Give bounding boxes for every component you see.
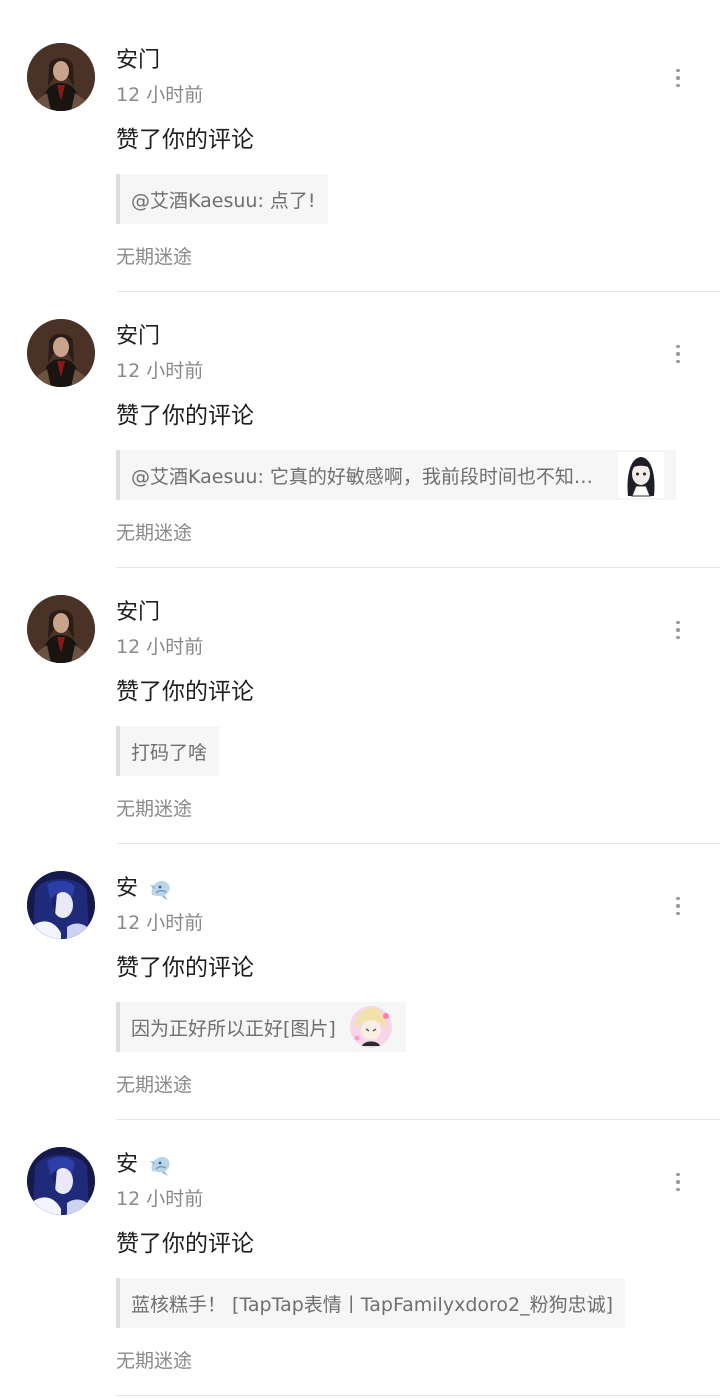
quoted-comment-text: @艾酒Kaesuu: 点了!	[131, 189, 316, 212]
notification-item[interactable]: 安门 12 小时前 赞了你的评论 @艾酒Kaesuu: 它真的好敏感啊，我前段时…	[0, 276, 720, 568]
dark-hair-character-avatar-icon	[27, 595, 95, 663]
quoted-comment-text: 因为正好所以正好[图片]	[131, 1017, 336, 1040]
source-game-link[interactable]: 无期迷途	[116, 1347, 192, 1375]
quoted-comment-text: @艾酒Kaesuu: 它真的好敏感啊，我前段时间也不知道...	[131, 465, 606, 488]
quoted-comment-text: 蓝核糕手！ [TapTap表情丨TapFamilyxdoro2_粉狗忠诚]	[131, 1293, 614, 1316]
creature-badge-icon	[150, 881, 170, 900]
dark-hair-character-avatar-icon	[27, 319, 95, 387]
blonde-chibi-sticker-icon	[347, 1004, 394, 1050]
quoted-comment-text: 打码了啥	[131, 741, 208, 764]
username-row: 安门	[116, 320, 160, 354]
timestamp: 12 小时前	[116, 636, 204, 658]
action-text: 赞了你的评论	[116, 679, 254, 705]
action-text: 赞了你的评论	[116, 127, 254, 153]
timestamp: 12 小时前	[116, 360, 204, 382]
sketch-girl-sticker-icon	[618, 452, 664, 498]
notification-item[interactable]: 安门 12 小时前 赞了你的评论 打码了啥 无期迷途	[0, 552, 720, 844]
avatar[interactable]	[27, 319, 95, 387]
avatar[interactable]	[27, 1147, 95, 1215]
source-game-link[interactable]: 无期迷途	[116, 519, 192, 547]
username[interactable]: 安	[116, 1149, 138, 1181]
username-row: 安门	[116, 596, 160, 630]
notification-item[interactable]: 安 12 小时前 赞了你的评论 因为正好所以正好[图片] 无期迷途	[0, 828, 720, 1120]
more-options-icon[interactable]	[664, 64, 692, 92]
username-row: 安	[116, 1148, 174, 1182]
creature-badge-icon	[150, 1157, 170, 1176]
username-row: 安门	[116, 44, 160, 78]
source-game-link[interactable]: 无期迷途	[116, 1071, 192, 1099]
action-text: 赞了你的评论	[116, 955, 254, 981]
timestamp: 12 小时前	[116, 1188, 204, 1210]
quoted-comment[interactable]: 蓝核糕手！ [TapTap表情丨TapFamilyxdoro2_粉狗忠诚]	[116, 1278, 626, 1328]
quoted-comment[interactable]: @艾酒Kaesuu: 点了!	[116, 174, 328, 224]
source-game-link[interactable]: 无期迷途	[116, 243, 192, 271]
username-row: 安	[116, 872, 174, 906]
action-text: 赞了你的评论	[116, 1231, 254, 1257]
more-options-icon[interactable]	[664, 892, 692, 920]
avatar[interactable]	[27, 595, 95, 663]
more-options-icon[interactable]	[664, 340, 692, 368]
source-game-link[interactable]: 无期迷途	[116, 795, 192, 823]
blue-hair-character-avatar-icon	[27, 871, 95, 939]
avatar[interactable]	[27, 43, 95, 111]
username[interactable]: 安门	[116, 597, 160, 629]
timestamp: 12 小时前	[116, 84, 204, 106]
username[interactable]: 安门	[116, 321, 160, 353]
more-options-icon[interactable]	[664, 616, 692, 644]
more-options-icon[interactable]	[664, 1168, 692, 1196]
quoted-comment[interactable]: 打码了啥	[116, 726, 220, 776]
quoted-comment[interactable]: 因为正好所以正好[图片]	[116, 1002, 406, 1052]
divider	[116, 1395, 720, 1396]
quoted-comment[interactable]: @艾酒Kaesuu: 它真的好敏感啊，我前段时间也不知道...	[116, 450, 676, 500]
blue-hair-character-avatar-icon	[27, 1147, 95, 1215]
notification-item[interactable]: 安门 12 小时前 赞了你的评论 @艾酒Kaesuu: 点了! 无期迷途	[0, 0, 720, 292]
dark-hair-character-avatar-icon	[27, 43, 95, 111]
action-text: 赞了你的评论	[116, 403, 254, 429]
notification-item[interactable]: 安 12 小时前 赞了你的评论 蓝核糕手！ [TapTap表情丨TapFamil…	[0, 1104, 720, 1396]
username[interactable]: 安门	[116, 45, 160, 77]
timestamp: 12 小时前	[116, 912, 204, 934]
avatar[interactable]	[27, 871, 95, 939]
username[interactable]: 安	[116, 873, 138, 905]
